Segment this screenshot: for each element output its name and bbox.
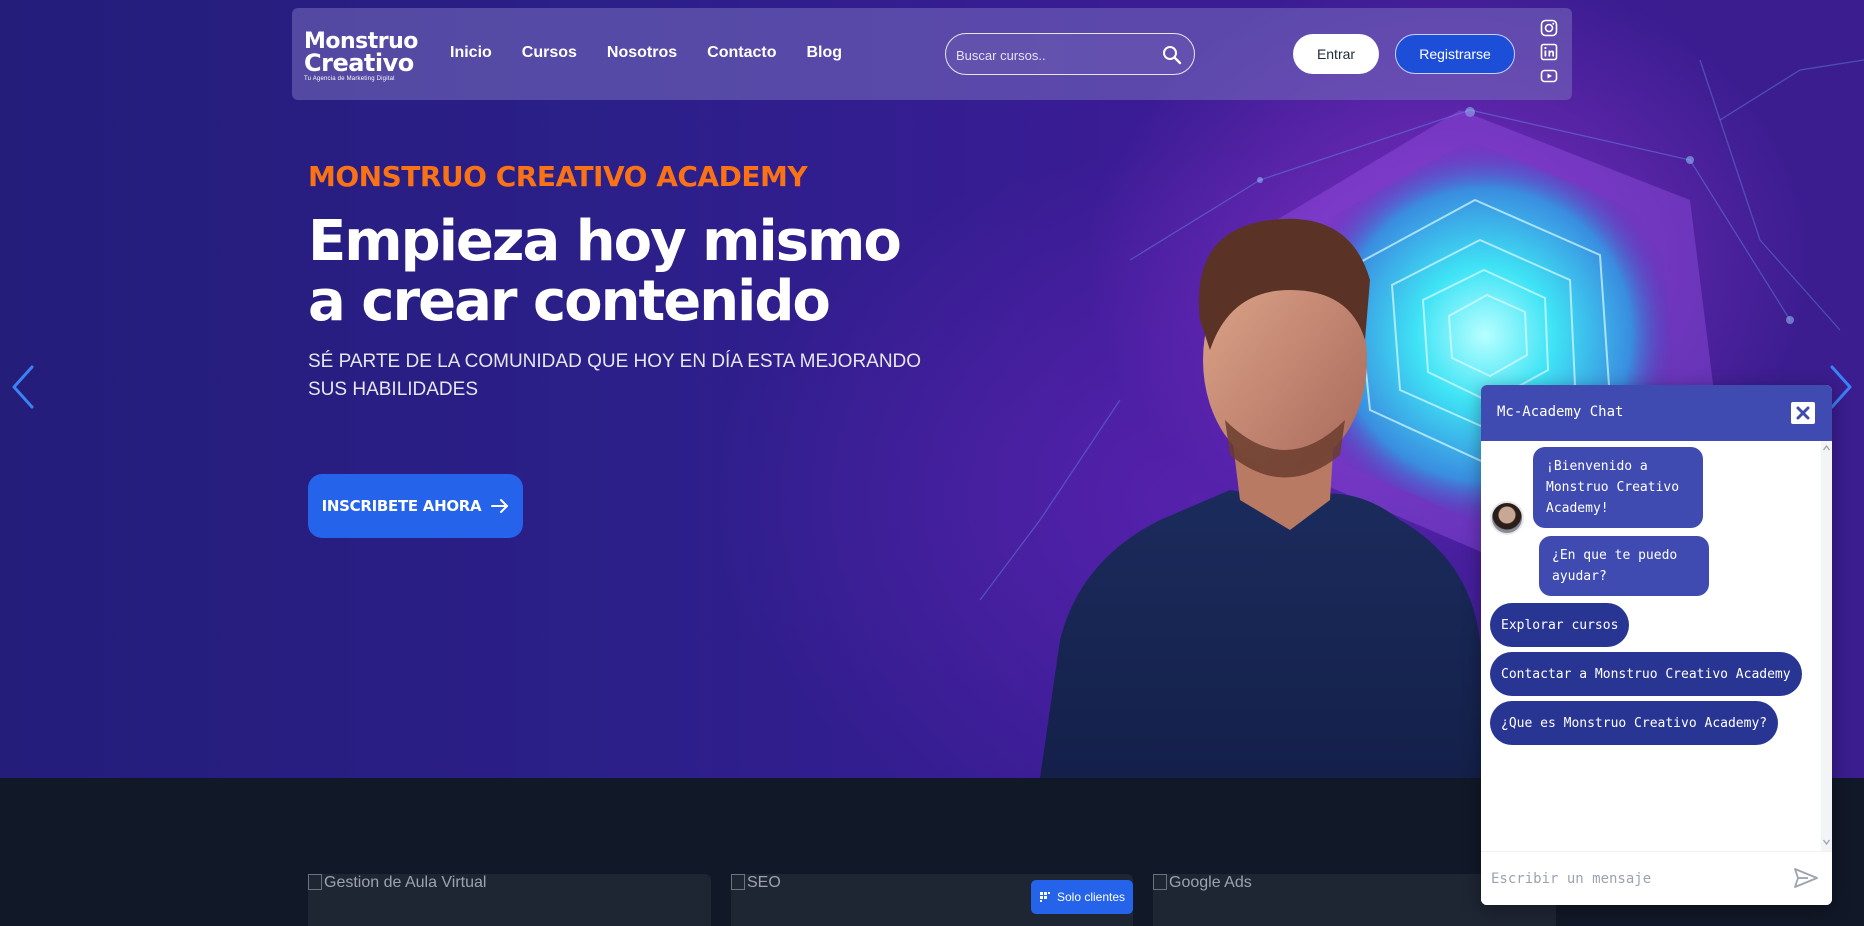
scroll-down-icon[interactable] xyxy=(1823,839,1830,845)
social-links xyxy=(1540,19,1560,91)
course-image-alt: Google Ads xyxy=(1169,874,1252,891)
chat-footer xyxy=(1481,851,1832,905)
nav-link-nosotros[interactable]: Nosotros xyxy=(607,44,677,62)
broken-image-icon xyxy=(731,874,745,890)
chat-widget: Mc-Academy Chat ¡Bienvenido a Monstruo C… xyxy=(1481,385,1832,905)
course-image: SEO xyxy=(731,874,781,892)
bot-avatar xyxy=(1490,501,1524,535)
brand-logo[interactable]: Monstruo Creativo Tu Agencia de Marketin… xyxy=(304,31,424,83)
instagram-icon[interactable] xyxy=(1540,19,1558,37)
search-icon[interactable] xyxy=(1162,45,1182,65)
search-input[interactable] xyxy=(956,44,1151,66)
course-image-alt: SEO xyxy=(747,874,781,891)
course-image: Gestion de Aula Virtual xyxy=(308,874,486,892)
nav-link-contacto[interactable]: Contacto xyxy=(707,44,776,62)
enroll-now-label: INSCRIBETE AHORA xyxy=(321,497,482,515)
nav-link-blog[interactable]: Blog xyxy=(806,44,842,62)
grid-icon xyxy=(1039,892,1050,902)
close-icon xyxy=(1796,406,1810,420)
chat-close-button[interactable] xyxy=(1791,402,1815,424)
chevron-left-icon[interactable] xyxy=(10,364,36,410)
chat-message-bot: ¡Bienvenido a Monstruo Creativo Academy! xyxy=(1533,447,1703,528)
enroll-now-button[interactable]: INSCRIBETE AHORA xyxy=(308,474,523,538)
navbar: Monstruo Creativo Tu Agencia de Marketin… xyxy=(292,8,1572,100)
register-button[interactable]: Registrarse xyxy=(1395,34,1515,74)
chat-message-bot: ¿En que te puedo ayudar? xyxy=(1539,536,1709,596)
chat-option-contact[interactable]: Contactar a Monstruo Creativo Academy xyxy=(1490,652,1802,696)
logo-line2: Creativo xyxy=(304,49,414,77)
hero-kicker: MONSTRUO CREATIVO ACADEMY xyxy=(308,160,808,193)
main-nav: Inicio Cursos Nosotros Contacto Blog xyxy=(450,44,872,62)
chat-message-input[interactable] xyxy=(1491,866,1771,892)
linkedin-icon[interactable] xyxy=(1540,43,1558,61)
chat-messages[interactable]: ¡Bienvenido a Monstruo Creativo Academy!… xyxy=(1481,441,1832,851)
hero-subheading: SÉ PARTE DE LA COMUNIDAD QUE HOY EN DÍA … xyxy=(308,351,922,400)
search-box xyxy=(945,33,1195,75)
send-icon[interactable] xyxy=(1794,867,1818,889)
hero-heading: Empieza hoy mismo a crear contenido xyxy=(308,209,902,334)
nav-link-inicio[interactable]: Inicio xyxy=(450,44,492,62)
youtube-icon[interactable] xyxy=(1540,67,1558,85)
chat-scrollbar[interactable] xyxy=(1821,441,1832,851)
broken-image-icon xyxy=(1153,874,1167,890)
badge-label: Solo clientes xyxy=(1056,890,1126,904)
clients-only-badge: Solo clientes xyxy=(1031,880,1133,914)
scroll-up-icon[interactable] xyxy=(1823,445,1830,451)
chat-option-explore-courses[interactable]: Explorar cursos xyxy=(1490,603,1630,647)
nav-link-cursos[interactable]: Cursos xyxy=(522,44,577,62)
course-image-alt: Gestion de Aula Virtual xyxy=(324,874,487,891)
broken-image-icon xyxy=(308,874,322,890)
course-image: Google Ads xyxy=(1153,874,1252,892)
chat-title: Mc-Academy Chat xyxy=(1497,404,1624,420)
course-card[interactable]: Gestion de Aula Virtual xyxy=(308,874,711,926)
chat-option-what-is[interactable]: ¿Que es Monstruo Creativo Academy? xyxy=(1490,701,1779,745)
chat-header: Mc-Academy Chat xyxy=(1481,385,1832,441)
arrow-right-icon xyxy=(491,499,509,513)
login-button[interactable]: Entrar xyxy=(1293,34,1379,74)
